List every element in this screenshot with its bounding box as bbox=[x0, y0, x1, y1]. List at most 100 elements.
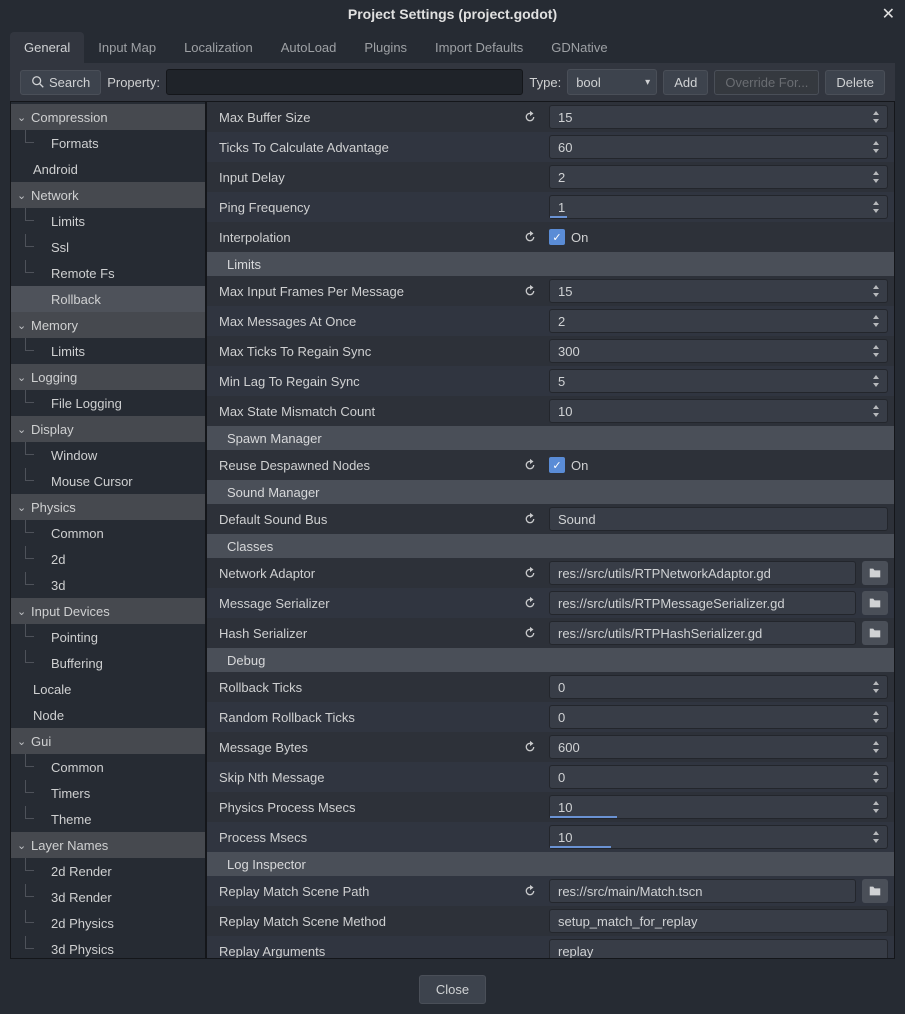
number-input[interactable]: 10 bbox=[549, 825, 888, 849]
tree-gui[interactable]: ⌄Gui bbox=[11, 728, 205, 754]
number-input[interactable]: 15 bbox=[549, 105, 888, 129]
type-select[interactable]: bool bbox=[567, 69, 657, 95]
tree-android[interactable]: Android bbox=[11, 156, 205, 182]
text-input[interactable]: setup_match_for_replay bbox=[549, 909, 888, 933]
search-button[interactable]: Search bbox=[20, 70, 101, 95]
tab-gdnative[interactable]: GDNative bbox=[537, 32, 621, 63]
tree-2d-physics[interactable]: 2d Physics bbox=[11, 910, 205, 936]
tree-common[interactable]: Common bbox=[11, 520, 205, 546]
folder-icon[interactable] bbox=[862, 879, 888, 903]
stepper-icon[interactable] bbox=[871, 109, 881, 125]
override-button[interactable]: Override For... bbox=[714, 70, 819, 95]
file-input[interactable]: res://src/utils/RTPMessageSerializer.gd bbox=[549, 591, 856, 615]
text-input[interactable]: replay bbox=[549, 939, 888, 959]
category-tree[interactable]: ⌄CompressionFormatsAndroid⌄NetworkLimits… bbox=[10, 101, 206, 959]
property-panel[interactable]: Max Buffer Size15Ticks To Calculate Adva… bbox=[206, 101, 895, 959]
tab-plugins[interactable]: Plugins bbox=[350, 32, 421, 63]
tree-memory[interactable]: ⌄Memory bbox=[11, 312, 205, 338]
property-input[interactable] bbox=[166, 69, 523, 95]
text-input[interactable]: Sound bbox=[549, 507, 888, 531]
checkbox[interactable]: ✓On bbox=[549, 229, 588, 245]
reset-icon[interactable] bbox=[523, 284, 549, 298]
tree-locale[interactable]: Locale bbox=[11, 676, 205, 702]
tree-physics[interactable]: ⌄Physics bbox=[11, 494, 205, 520]
stepper-icon[interactable] bbox=[871, 313, 881, 329]
tab-input-map[interactable]: Input Map bbox=[84, 32, 170, 63]
number-input[interactable]: 2 bbox=[549, 309, 888, 333]
number-input[interactable]: 0 bbox=[549, 705, 888, 729]
stepper-icon[interactable] bbox=[871, 799, 881, 815]
tree-3d-physics[interactable]: 3d Physics bbox=[11, 936, 205, 959]
checkbox[interactable]: ✓On bbox=[549, 457, 588, 473]
tree-limits[interactable]: Limits bbox=[11, 338, 205, 364]
stepper-icon[interactable] bbox=[871, 739, 881, 755]
number-input[interactable]: 2 bbox=[549, 165, 888, 189]
tree-formats[interactable]: Formats bbox=[11, 130, 205, 156]
reset-icon[interactable] bbox=[523, 596, 549, 610]
tree-3d[interactable]: 3d bbox=[11, 572, 205, 598]
tree-display[interactable]: ⌄Display bbox=[11, 416, 205, 442]
number-input[interactable]: 0 bbox=[549, 765, 888, 789]
number-input[interactable]: 60 bbox=[549, 135, 888, 159]
tree-ssl[interactable]: Ssl bbox=[11, 234, 205, 260]
stepper-icon[interactable] bbox=[871, 679, 881, 695]
stepper-icon[interactable] bbox=[871, 343, 881, 359]
stepper-icon[interactable] bbox=[871, 199, 881, 215]
number-input[interactable]: 0 bbox=[549, 675, 888, 699]
reset-icon[interactable] bbox=[523, 626, 549, 640]
stepper-icon[interactable] bbox=[871, 283, 881, 299]
reset-icon[interactable] bbox=[523, 512, 549, 526]
tree-logging[interactable]: ⌄Logging bbox=[11, 364, 205, 390]
reset-icon[interactable] bbox=[523, 740, 549, 754]
stepper-icon[interactable] bbox=[871, 169, 881, 185]
tree-pointing[interactable]: Pointing bbox=[11, 624, 205, 650]
tab-import-defaults[interactable]: Import Defaults bbox=[421, 32, 537, 63]
tree-common[interactable]: Common bbox=[11, 754, 205, 780]
reset-icon[interactable] bbox=[523, 884, 549, 898]
stepper-icon[interactable] bbox=[871, 139, 881, 155]
number-input[interactable]: 15 bbox=[549, 279, 888, 303]
tree-3d-render[interactable]: 3d Render bbox=[11, 884, 205, 910]
tree-2d-render[interactable]: 2d Render bbox=[11, 858, 205, 884]
stepper-icon[interactable] bbox=[871, 829, 881, 845]
file-input[interactable]: res://src/utils/RTPHashSerializer.gd bbox=[549, 621, 856, 645]
tree-input-devices[interactable]: ⌄Input Devices bbox=[11, 598, 205, 624]
reset-icon[interactable] bbox=[523, 230, 549, 244]
tree-timers[interactable]: Timers bbox=[11, 780, 205, 806]
tree-window[interactable]: Window bbox=[11, 442, 205, 468]
delete-button[interactable]: Delete bbox=[825, 70, 885, 95]
folder-icon[interactable] bbox=[862, 591, 888, 615]
reset-icon[interactable] bbox=[523, 110, 549, 124]
number-input[interactable]: 10 bbox=[549, 795, 888, 819]
folder-icon[interactable] bbox=[862, 561, 888, 585]
tree-network[interactable]: ⌄Network bbox=[11, 182, 205, 208]
stepper-icon[interactable] bbox=[871, 709, 881, 725]
tree-limits[interactable]: Limits bbox=[11, 208, 205, 234]
tab-general[interactable]: General bbox=[10, 32, 84, 63]
tab-autoload[interactable]: AutoLoad bbox=[267, 32, 351, 63]
number-input[interactable]: 1 bbox=[549, 195, 888, 219]
file-input[interactable]: res://src/main/Match.tscn bbox=[549, 879, 856, 903]
stepper-icon[interactable] bbox=[871, 373, 881, 389]
number-input[interactable]: 600 bbox=[549, 735, 888, 759]
reset-icon[interactable] bbox=[523, 458, 549, 472]
stepper-icon[interactable] bbox=[871, 403, 881, 419]
stepper-icon[interactable] bbox=[871, 769, 881, 785]
tree-remote-fs[interactable]: Remote Fs bbox=[11, 260, 205, 286]
folder-icon[interactable] bbox=[862, 621, 888, 645]
number-input[interactable]: 300 bbox=[549, 339, 888, 363]
add-button[interactable]: Add bbox=[663, 70, 708, 95]
tree-file-logging[interactable]: File Logging bbox=[11, 390, 205, 416]
reset-icon[interactable] bbox=[523, 566, 549, 580]
number-input[interactable]: 10 bbox=[549, 399, 888, 423]
tree-compression[interactable]: ⌄Compression bbox=[11, 104, 205, 130]
tree-rollback[interactable]: Rollback bbox=[11, 286, 205, 312]
close-icon[interactable]: ✕ bbox=[882, 4, 895, 24]
tree-buffering[interactable]: Buffering bbox=[11, 650, 205, 676]
tree-2d[interactable]: 2d bbox=[11, 546, 205, 572]
tree-layer-names[interactable]: ⌄Layer Names bbox=[11, 832, 205, 858]
number-input[interactable]: 5 bbox=[549, 369, 888, 393]
tree-mouse-cursor[interactable]: Mouse Cursor bbox=[11, 468, 205, 494]
tree-node[interactable]: Node bbox=[11, 702, 205, 728]
close-button[interactable]: Close bbox=[419, 975, 486, 1004]
